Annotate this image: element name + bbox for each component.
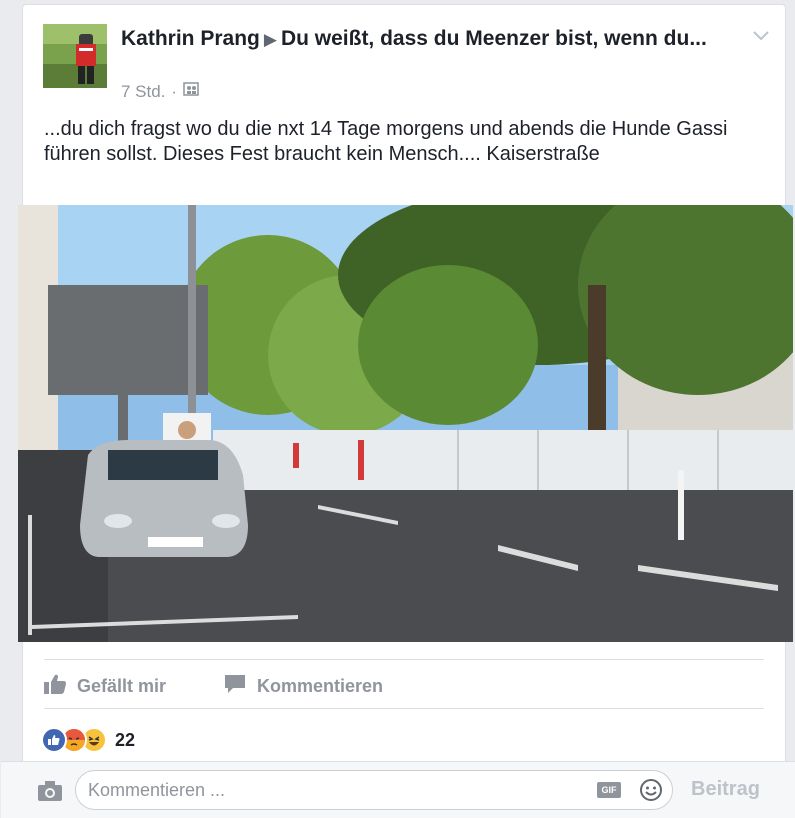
post-card: Kathrin Prang ▶ Du weißt, dass du Meenzer … (1, 4, 795, 818)
arrow-icon: ▶ (263, 30, 277, 49)
thumbs-up-icon (43, 673, 67, 700)
like-reaction-icon (41, 727, 67, 753)
like-label: Gefällt mir (77, 676, 167, 696)
author-name[interactable]: Kathrin Prang (121, 27, 260, 50)
chevron-down-icon[interactable] (751, 29, 771, 43)
group-icon (183, 81, 199, 102)
reaction-count: 22 (115, 729, 136, 750)
like-button[interactable]: Gefällt mir (43, 673, 166, 700)
gif-button[interactable]: GIF (597, 782, 621, 798)
timestamp[interactable]: 7 Std. (121, 82, 165, 102)
comment-composer: GIF Beitrag (1, 761, 795, 818)
meta-separator: · (171, 81, 178, 101)
post-comment-button[interactable]: Beitrag (691, 778, 760, 801)
post-photo[interactable] (18, 205, 793, 642)
post-meta: 7 Std. · (121, 81, 199, 102)
author-avatar[interactable] (43, 24, 107, 88)
speech-bubble-icon (223, 673, 247, 700)
post-header: Kathrin Prang ▶ Du weißt, dass du Meenzer … (121, 25, 721, 54)
post-text: ...du dich fragst wo du die nxt 14 Tage … (44, 118, 728, 165)
smiley-icon[interactable] (639, 778, 663, 802)
divider (44, 659, 764, 660)
divider (44, 708, 764, 709)
group-name[interactable]: Du weißt, dass du Meenzer bist, wenn du.… (281, 27, 707, 50)
comment-label: Kommentieren (257, 676, 384, 696)
comment-input[interactable] (75, 770, 673, 810)
reaction-summary[interactable]: 22 (41, 727, 135, 753)
comment-button[interactable]: Kommentieren (223, 673, 383, 700)
camera-icon[interactable] (37, 780, 63, 802)
